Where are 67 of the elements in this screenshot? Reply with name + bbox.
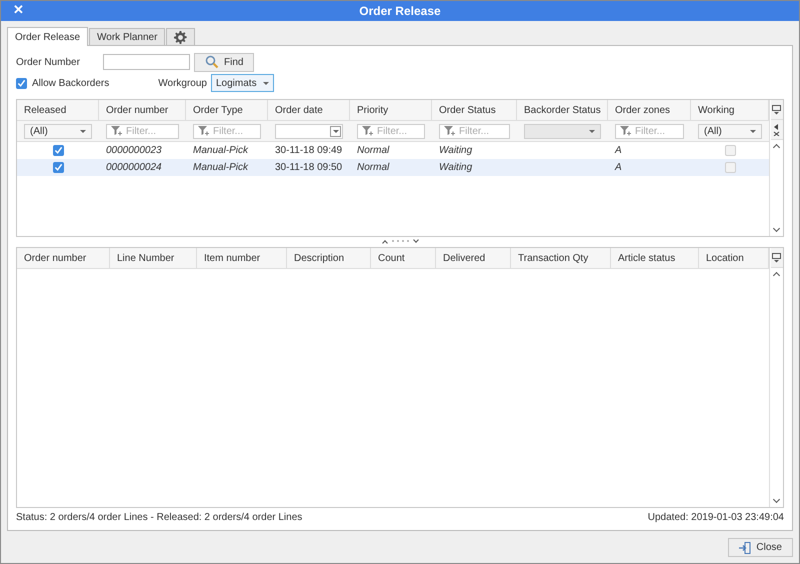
filter-icon [111,126,122,136]
close-button[interactable]: Close [728,538,793,557]
column-header[interactable]: Order Type [186,100,268,120]
settings-tab[interactable] [166,28,196,45]
caret-icon [262,82,269,84]
table-cell-text: 30-11-18 09:49 [274,144,344,158]
table-row[interactable]: 0000000024 Manual-Pick 30-11-18 09:50 Normal Waiting A [17,159,769,176]
window-title: Order Release [359,4,441,18]
column-header[interactable]: Location [699,248,769,268]
table-row[interactable]: 0000000023 Manual-Pick 30-11-18 09:49 Normal Waiting A [17,142,769,159]
clear-filter-icon[interactable] [770,120,782,140]
filter-dropdown[interactable]: (All) [24,124,92,138]
column-header[interactable]: Article status [611,248,699,268]
column-header[interactable]: Order number [17,248,110,268]
checkbox-label: Allow Backorders [32,78,110,88]
search-icon [205,55,219,69]
table-cell-text: Normal [356,161,390,175]
column-header[interactable]: Description [287,248,371,268]
column-header[interactable]: Released [17,100,99,120]
workgroup-dropdown[interactable]: Logimats [211,74,274,92]
table-cell-text: 30-11-18 09:50 [274,161,344,175]
table-cell-text: 0000000023 [105,144,163,158]
checkbox[interactable] [52,145,64,156]
order-number-field[interactable] [103,54,190,70]
column-header[interactable]: Count [371,248,436,268]
exit-icon [739,542,752,554]
tab[interactable]: Work Planner [89,28,166,45]
checkbox[interactable] [16,78,27,88]
column-header[interactable]: Order date [268,100,350,120]
find-button[interactable]: Find [194,52,254,72]
dropdown-icon [330,126,341,136]
status-text: Status: 2 orders/4 order Lines - Released: 2 orders/4 order Lines [16,512,302,524]
updated-text: Updated: 2019-01-03 23:49:04 [648,512,784,524]
column-header[interactable]: Delivered [436,248,511,268]
table-cell-text: A [614,144,623,158]
column-header[interactable]: Item number [197,248,287,268]
settings-icon [174,30,188,44]
table-cell-text: Normal [356,144,390,158]
filter-icon [198,126,209,136]
field-label: Order Number [16,56,81,68]
column-header[interactable]: Priority [350,100,432,120]
table-cell-text: Waiting [438,144,474,158]
table-cell-text: A [614,161,623,175]
column-header[interactable]: Order Status [432,100,517,120]
tab[interactable]: Order Release [7,27,88,46]
checkbox[interactable] [52,162,64,173]
table-cell-text: Waiting [438,161,474,175]
caret-icon [589,130,595,132]
filter-icon [620,126,631,136]
field-label: Workgroup [158,78,207,88]
column-header[interactable]: Transaction Qty [511,248,611,268]
date-filter-field[interactable] [275,124,343,138]
column-header[interactable]: Order number [99,100,186,120]
column-chooser-icon[interactable] [770,248,782,268]
table-cell-text: Manual-Pick [192,161,250,175]
column-header[interactable]: Working [691,100,769,120]
column-header[interactable]: Order zones [608,100,691,120]
table-cell-text: 0000000024 [105,161,163,175]
caret-icon [750,130,756,132]
filter-icon [362,126,373,136]
column-chooser-icon[interactable] [770,100,782,120]
column-header[interactable]: Line Number [110,248,197,268]
filter-icon [444,126,455,136]
filter-dropdown[interactable]: (All) [698,124,762,138]
table-cell-text: Manual-Pick [192,144,250,158]
caret-icon [80,130,86,132]
column-header[interactable]: Backorder Status [517,100,608,120]
